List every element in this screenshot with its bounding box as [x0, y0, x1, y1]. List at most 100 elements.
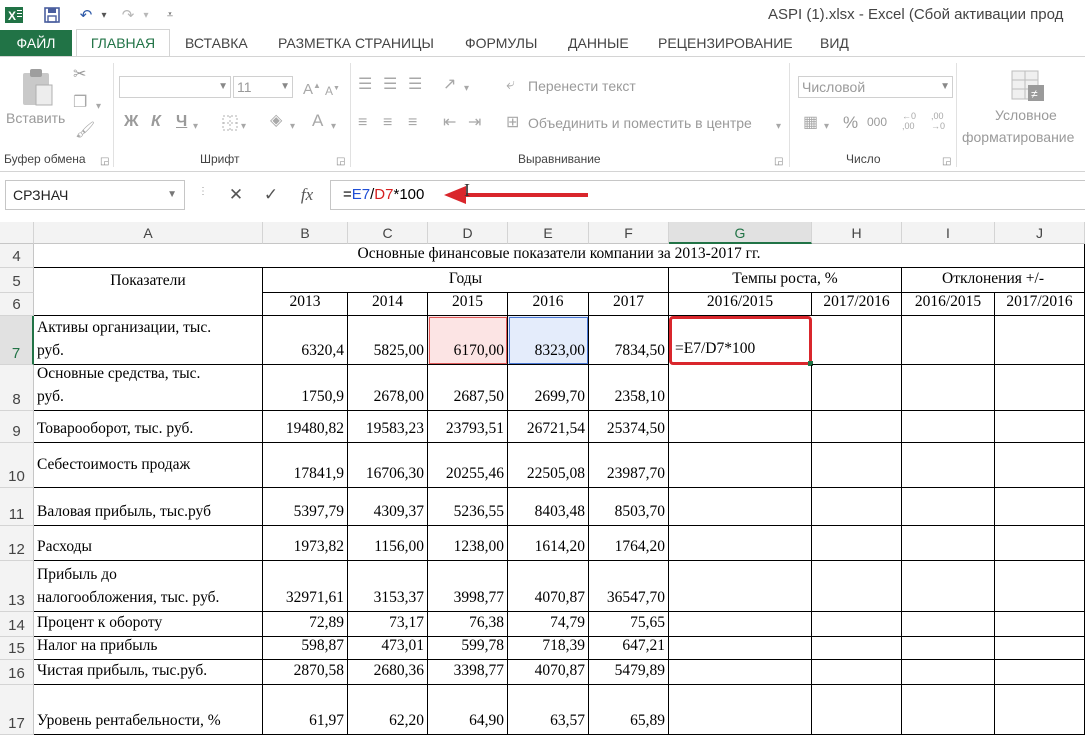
value-cell[interactable]: 32971,61: [263, 561, 348, 612]
label-cell[interactable]: Себестоимость продаж: [34, 443, 263, 488]
value-cell[interactable]: 23987,70: [589, 443, 669, 488]
font-color-icon[interactable]: A: [312, 112, 323, 129]
empty-cell[interactable]: [902, 526, 995, 561]
column-header-E[interactable]: E: [508, 222, 589, 244]
value-cell[interactable]: 599,78: [428, 637, 508, 660]
value-cell[interactable]: 7834,50: [589, 316, 669, 365]
copy-icon[interactable]: ❐: [73, 95, 87, 111]
label-cell[interactable]: Валовая прибыль, тыс.руб: [34, 488, 263, 526]
value-cell[interactable]: 17841,9: [263, 443, 348, 488]
deviation-sub-header-cell[interactable]: 2016/2015: [902, 293, 995, 316]
year-header-cell[interactable]: 2014: [348, 293, 428, 316]
value-cell[interactable]: 16706,30: [348, 443, 428, 488]
font-size-combo[interactable]: 11 ▼: [233, 76, 293, 98]
column-header-C[interactable]: C: [348, 222, 428, 244]
column-header-I[interactable]: I: [902, 222, 995, 244]
years-header-cell[interactable]: Годы: [263, 268, 669, 293]
align-top-icon[interactable]: ☰: [358, 77, 372, 93]
empty-cell[interactable]: [669, 443, 812, 488]
cut-icon[interactable]: ✂: [73, 67, 86, 83]
row-header-14[interactable]: 14: [0, 612, 34, 637]
value-cell[interactable]: 76,38: [428, 612, 508, 637]
merge-center-button[interactable]: Объединить и поместить в центре: [528, 115, 752, 131]
value-cell[interactable]: 1750,9: [263, 365, 348, 411]
value-cell[interactable]: 25374,50: [589, 411, 669, 443]
empty-cell[interactable]: [902, 411, 995, 443]
row-header-6[interactable]: 6: [0, 293, 34, 316]
empty-cell[interactable]: [812, 365, 902, 411]
insert-function-button[interactable]: fx: [294, 182, 320, 208]
number-format-combo[interactable]: Числовой ▼: [798, 76, 953, 98]
value-cell[interactable]: 73,17: [348, 612, 428, 637]
percent-button[interactable]: %: [843, 113, 858, 133]
increase-font-icon[interactable]: A▲: [303, 78, 321, 98]
deviation-header-cell[interactable]: Отклонения +/-: [902, 268, 1085, 293]
borders-dropdown-icon[interactable]: ▾: [241, 119, 246, 135]
value-cell[interactable]: 20255,46: [428, 443, 508, 488]
value-cell[interactable]: 65,89: [589, 685, 669, 735]
value-cell[interactable]: 72,89: [263, 612, 348, 637]
value-cell[interactable]: 2870,58: [263, 660, 348, 685]
empty-cell[interactable]: [669, 526, 812, 561]
empty-cell[interactable]: [902, 443, 995, 488]
borders-icon[interactable]: [222, 115, 238, 135]
tab-view[interactable]: ВИД: [820, 30, 849, 56]
font-launcher-icon[interactable]: ◲: [336, 156, 345, 167]
empty-cell[interactable]: [902, 637, 995, 660]
empty-cell[interactable]: [995, 443, 1085, 488]
value-cell[interactable]: 6170,00: [428, 316, 508, 365]
row-header-15[interactable]: 15: [0, 637, 34, 660]
value-cell[interactable]: 5397,79: [263, 488, 348, 526]
value-cell[interactable]: 598,87: [263, 637, 348, 660]
value-cell[interactable]: 2680,36: [348, 660, 428, 685]
column-header-A[interactable]: A: [34, 222, 263, 244]
empty-cell[interactable]: [902, 365, 995, 411]
value-cell[interactable]: 3153,37: [348, 561, 428, 612]
empty-cell[interactable]: [995, 637, 1085, 660]
empty-cell[interactable]: [902, 488, 995, 526]
empty-cell[interactable]: [995, 488, 1085, 526]
bold-button[interactable]: Ж: [124, 113, 138, 131]
tab-page-layout[interactable]: РАЗМЕТКА СТРАНИЦЫ: [278, 30, 434, 56]
value-cell[interactable]: 4309,37: [348, 488, 428, 526]
row-header-16[interactable]: 16: [0, 660, 34, 685]
empty-cell[interactable]: [812, 637, 902, 660]
empty-cell[interactable]: [902, 685, 995, 735]
value-cell[interactable]: 8503,70: [589, 488, 669, 526]
value-cell[interactable]: 63,57: [508, 685, 589, 735]
row-header-4[interactable]: 4: [0, 244, 34, 268]
value-cell[interactable]: 19480,82: [263, 411, 348, 443]
row-header-7[interactable]: 7: [0, 316, 34, 365]
value-cell[interactable]: 5236,55: [428, 488, 508, 526]
empty-cell[interactable]: [902, 561, 995, 612]
value-cell[interactable]: 26721,54: [508, 411, 589, 443]
align-left-icon[interactable]: ≡: [358, 115, 367, 131]
empty-cell[interactable]: [812, 316, 902, 365]
empty-cell[interactable]: [812, 488, 902, 526]
label-cell[interactable]: Основные средства, тыс. руб.: [34, 365, 263, 411]
empty-cell[interactable]: [812, 443, 902, 488]
value-cell[interactable]: 2678,00: [348, 365, 428, 411]
decrease-font-icon[interactable]: A▼: [325, 81, 340, 99]
column-header-H[interactable]: H: [812, 222, 902, 244]
empty-cell[interactable]: [902, 612, 995, 637]
value-cell[interactable]: 22505,08: [508, 443, 589, 488]
tab-review[interactable]: РЕЦЕНЗИРОВАНИЕ: [658, 30, 793, 56]
growth-sub-header-cell[interactable]: 2017/2016: [812, 293, 902, 316]
year-header-cell[interactable]: 2016: [508, 293, 589, 316]
empty-cell[interactable]: [995, 365, 1085, 411]
clipboard-launcher-icon[interactable]: ◲: [100, 156, 109, 167]
value-cell[interactable]: 61,97: [263, 685, 348, 735]
select-all-corner[interactable]: [0, 222, 34, 244]
empty-cell[interactable]: [812, 411, 902, 443]
tab-formulas[interactable]: ФОРМУЛЫ: [465, 30, 537, 56]
empty-cell[interactable]: [812, 612, 902, 637]
row-header-8[interactable]: 8: [0, 365, 34, 411]
empty-cell[interactable]: [669, 660, 812, 685]
year-header-cell[interactable]: 2015: [428, 293, 508, 316]
merge-dropdown-icon[interactable]: ▾: [776, 119, 781, 135]
value-cell[interactable]: 23793,51: [428, 411, 508, 443]
increase-decimal-icon[interactable]: ←0,00: [902, 111, 916, 131]
empty-cell[interactable]: [902, 316, 995, 365]
value-cell[interactable]: 1156,00: [348, 526, 428, 561]
